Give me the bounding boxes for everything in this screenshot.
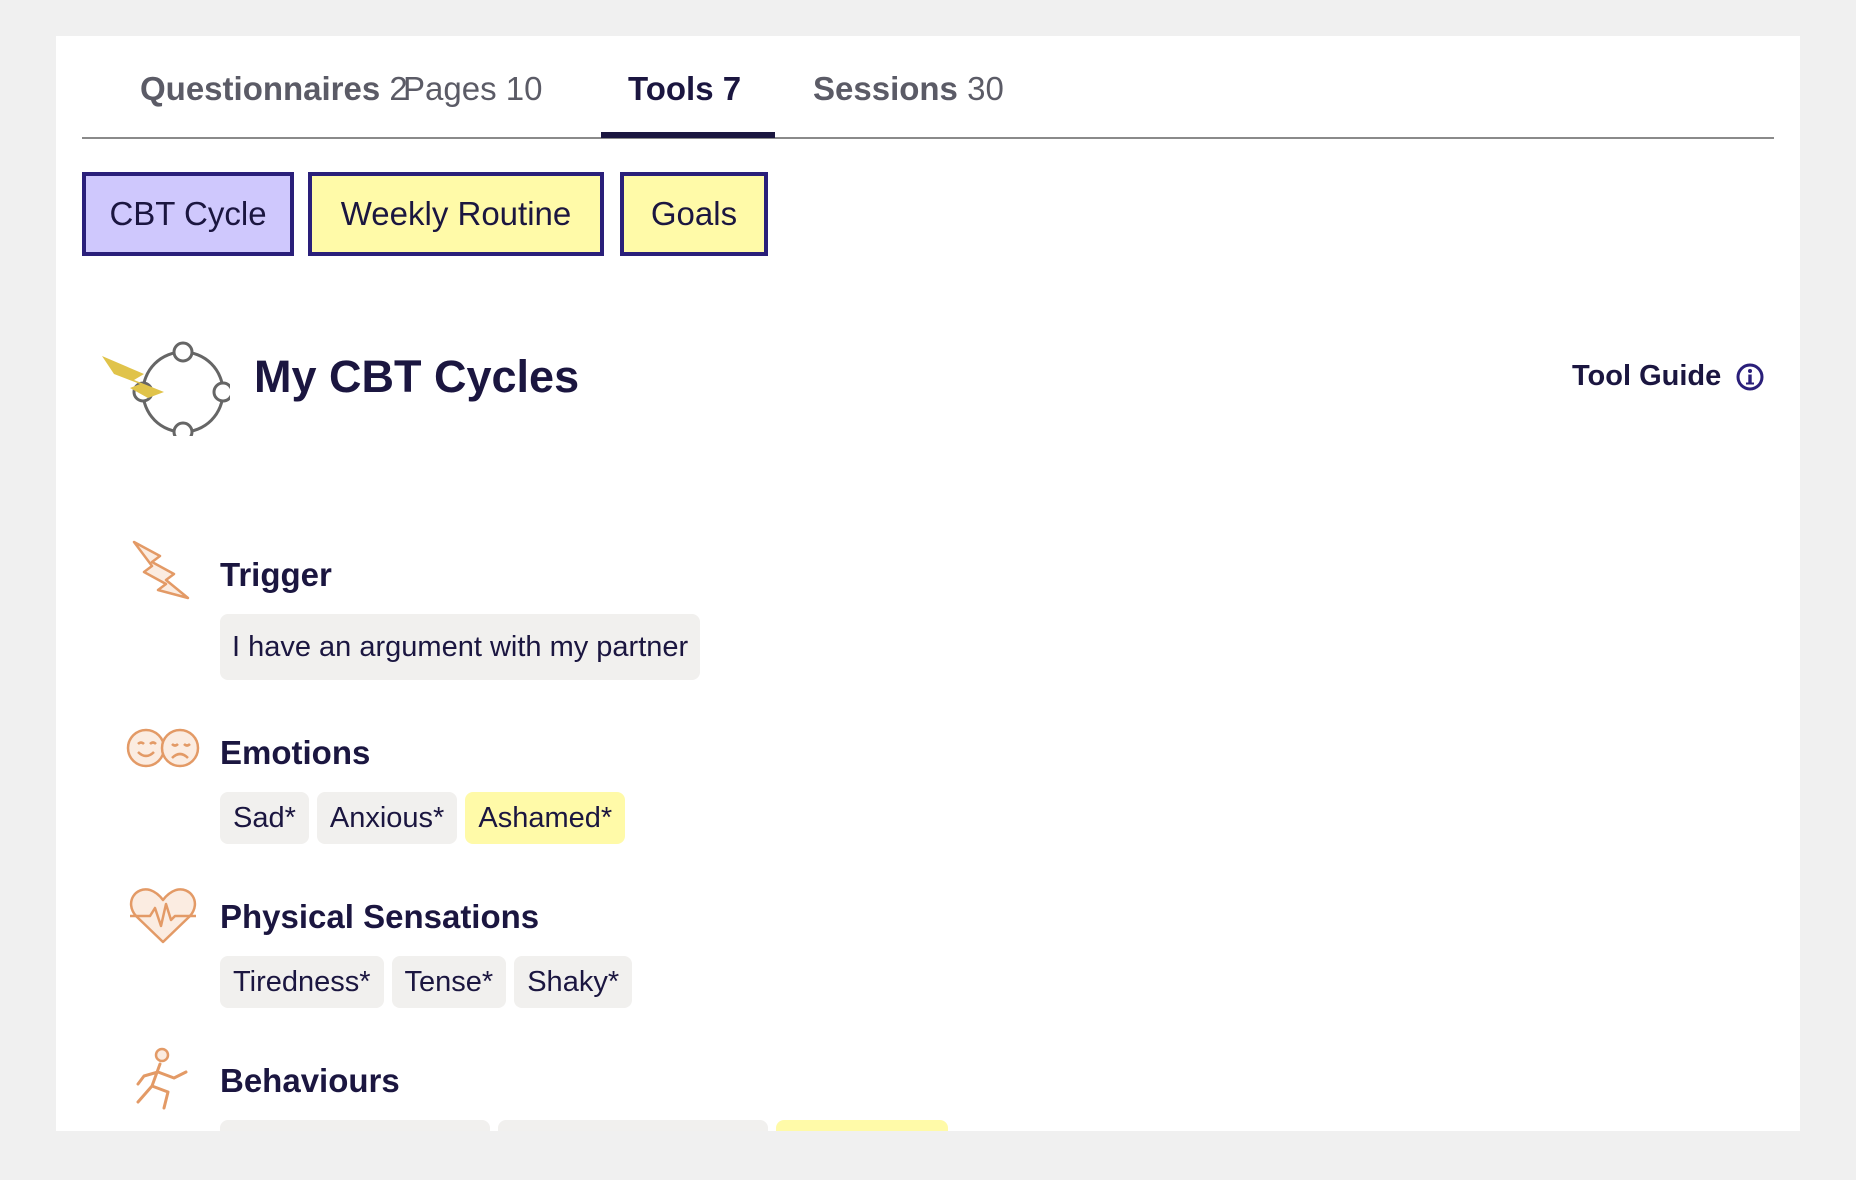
behaviours-items [220, 1120, 948, 1131]
heartbeat-icon [129, 888, 197, 944]
tool-weekly-routine-button[interactable]: Weekly Routine [308, 172, 604, 256]
tab-questionnaires[interactable]: Questionnaires 2 [140, 70, 408, 108]
tab-questionnaires-label: Questionnaires [140, 70, 381, 107]
tab-tools-count: 7 [722, 70, 742, 107]
tab-pages-count: 10 [505, 70, 543, 107]
tool-guide-label: Tool Guide [1572, 360, 1722, 392]
trigger-items: I have an argument with my partner [220, 614, 701, 680]
sensation-chip: Tense* [391, 956, 507, 1008]
tab-tools-label: Tools [628, 70, 714, 107]
cbt-cycle-logo-icon [102, 341, 230, 436]
tab-bar: Questionnaires 2 Pages 10 Tools 7 Sessio… [82, 36, 1774, 139]
drama-masks-icon [126, 728, 200, 768]
running-person-icon [136, 1047, 188, 1110]
active-tab-indicator [601, 132, 775, 138]
physical-sensations-items: Tiredness* Tense* Shaky* [220, 956, 633, 1008]
behaviour-chip-highlighted [776, 1120, 948, 1131]
tab-sessions-count: 30 [967, 70, 1004, 107]
behaviour-chip [498, 1120, 768, 1131]
cbt-tool-panel: Questionnaires 2 Pages 10 Tools 7 Sessio… [56, 36, 1800, 1131]
tool-weekly-routine-label: Weekly Routine [340, 195, 572, 232]
tool-cbt-cycle-button[interactable]: CBT Cycle [82, 172, 294, 256]
tab-sessions[interactable]: Sessions 30 [813, 70, 1004, 108]
tool-goals-button[interactable]: Goals [620, 172, 768, 256]
tool-goals-label: Goals [650, 195, 738, 232]
behaviour-chip [220, 1120, 490, 1131]
tool-cbt-cycle-label: CBT Cycle [109, 195, 267, 232]
tab-tools[interactable]: Tools 7 [628, 70, 741, 108]
sensation-chip: Shaky* [514, 956, 633, 1008]
info-icon [1736, 363, 1764, 390]
emotion-chip: Anxious* [316, 792, 458, 844]
behaviours-title: Behaviours [220, 1062, 400, 1099]
emotions-items: Sad* Anxious* Ashamed* [220, 792, 626, 844]
emotion-chip-highlighted: Ashamed* [465, 792, 626, 844]
trigger-title: Trigger [220, 556, 332, 593]
trigger-chip: I have an argument with my partner [220, 614, 701, 680]
tab-sessions-label: Sessions [813, 70, 958, 107]
emotion-chip: Sad* [220, 792, 309, 844]
sensation-chip: Tiredness* [220, 956, 384, 1008]
page-title: My CBT Cycles [254, 351, 580, 402]
tab-pages[interactable]: Pages 10 [403, 70, 542, 108]
tab-pages-label: Pages [403, 70, 497, 107]
lightning-bolt-icon [132, 540, 190, 600]
tool-guide-link[interactable]: Tool Guide [1572, 360, 1765, 393]
physical-sensations-title: Physical Sensations [220, 898, 540, 935]
emotions-title: Emotions [220, 734, 371, 771]
